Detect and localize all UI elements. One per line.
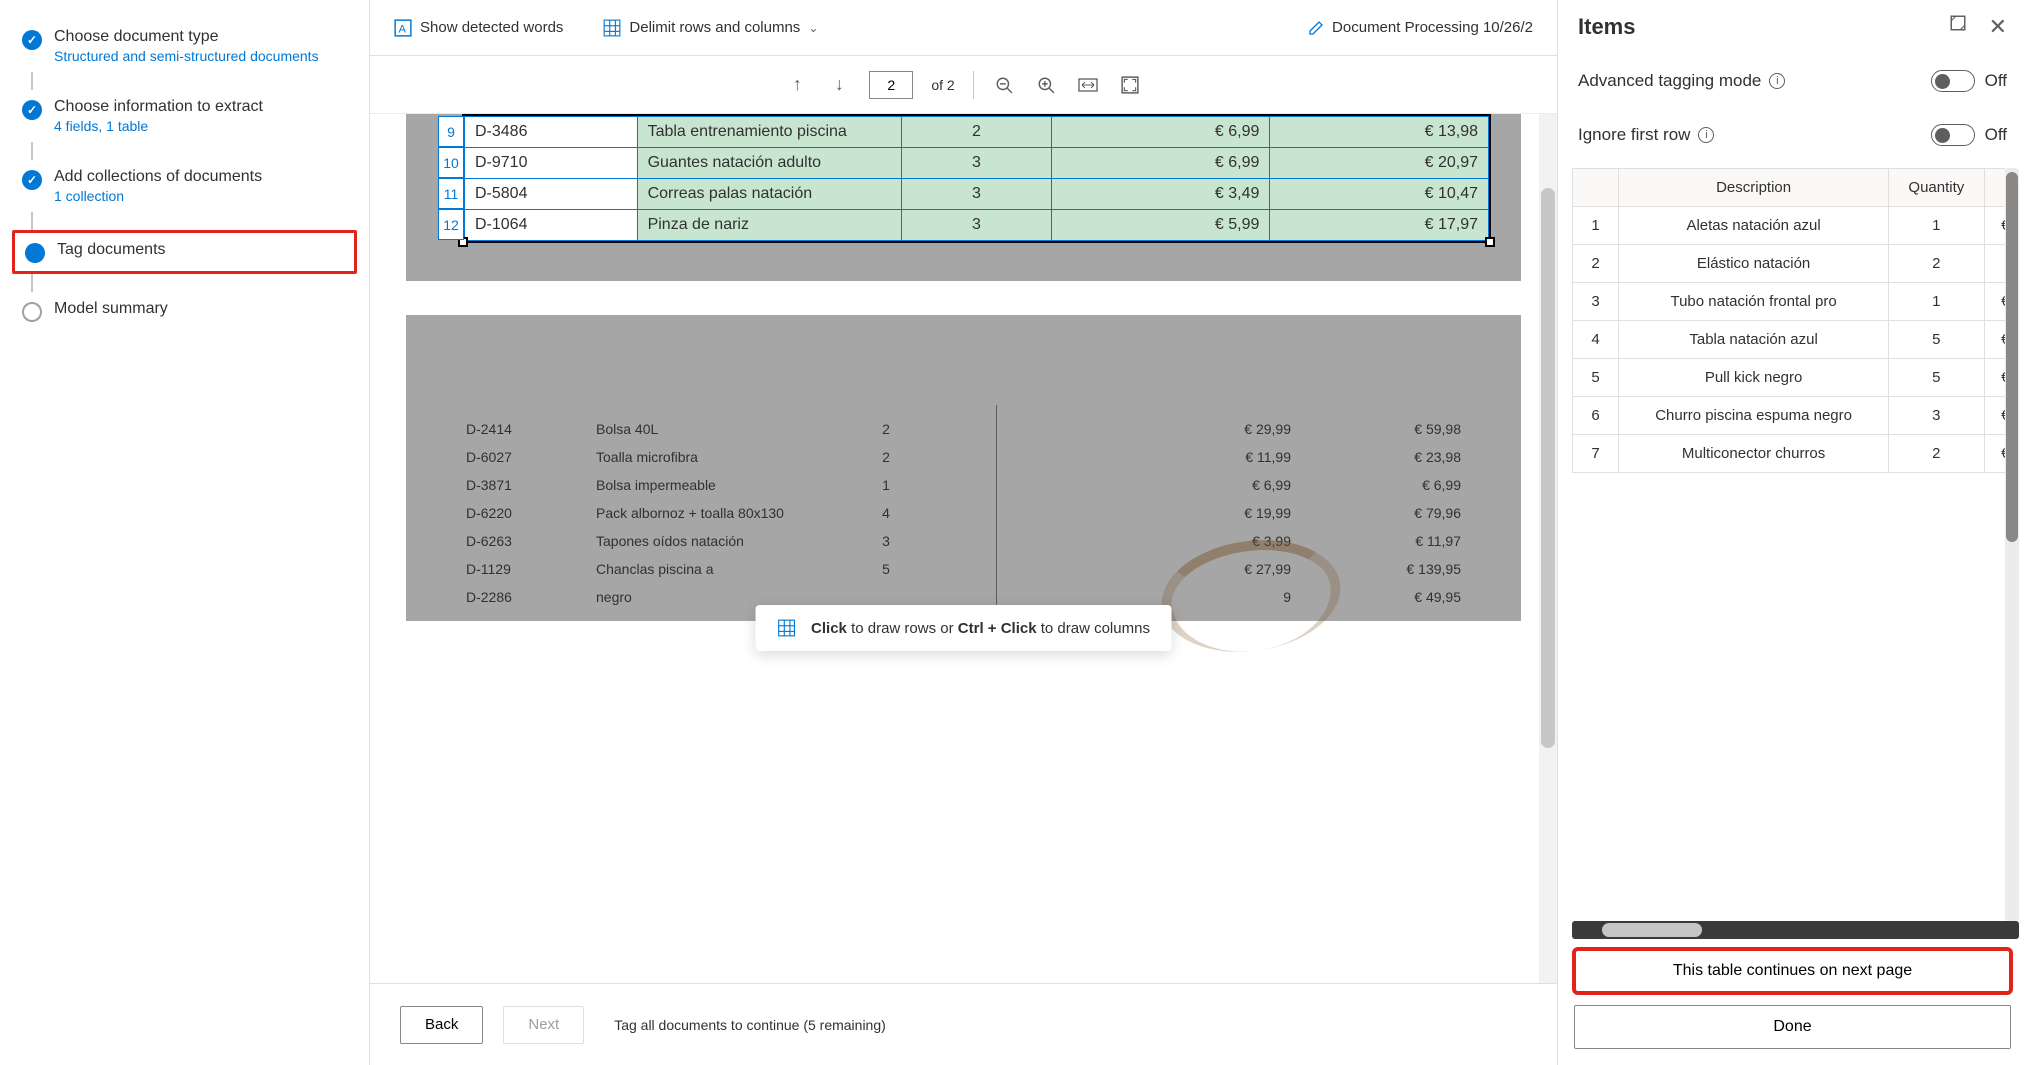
close-icon[interactable]: ✕ (1989, 14, 2007, 40)
wizard-sidebar: Choose document type Structured and semi… (0, 0, 370, 1065)
items-table-viewport[interactable]: Description Quantity Rat 1Aletas natació… (1572, 168, 2005, 921)
wizard-footer: Back Next Tag all documents to continue … (370, 983, 1557, 1065)
table-row: D-3871Bolsa impermeable1€ 6,99€ 6,99 (466, 471, 1461, 499)
advanced-tagging-toggle-row: Advanced tagging mode i Off (1558, 54, 2027, 108)
table-row[interactable]: 3Tubo natación frontal pro1€ 29, (1573, 283, 2006, 321)
step-title: Tag documents (57, 241, 166, 259)
toolbar-label: Delimit rows and columns (629, 19, 800, 36)
table-row[interactable]: 7Multiconector churros2€ 3,9 (1573, 435, 2006, 473)
document-name[interactable]: Document Processing 10/26/2 (1332, 19, 1533, 36)
toggle-label: Ignore first row (1578, 125, 1690, 145)
column-header[interactable]: Description (1619, 169, 1889, 207)
toggle-state: Off (1985, 125, 2007, 145)
fit-page-button[interactable] (1118, 73, 1142, 97)
step-add-collections[interactable]: Add collections of documents 1 collectio… (12, 160, 357, 212)
page-total: of 2 (931, 77, 954, 93)
row-number-marker[interactable]: 11 (438, 178, 464, 209)
step-subtitle: 4 fields, 1 table (54, 118, 263, 134)
svg-text:A: A (399, 23, 407, 35)
edit-icon (1308, 20, 1324, 36)
step-subtitle: Structured and semi-structured documents (54, 48, 319, 64)
step-choose-document-type[interactable]: Choose document type Structured and semi… (12, 20, 357, 72)
advanced-tagging-toggle[interactable] (1931, 70, 1975, 92)
step-subtitle: 1 collection (54, 188, 262, 204)
document-page-2-fragment: D-2414Bolsa 40L2€ 29,99€ 59,98D-6027Toal… (406, 315, 1521, 621)
panel-title: Items (1578, 14, 1635, 40)
current-step-icon (25, 243, 45, 263)
hint-text: Ctrl + Click (958, 620, 1037, 637)
viewer-controls: ↑ ↓ of 2 (370, 56, 1557, 114)
row-number-marker[interactable]: 10 (438, 147, 464, 178)
draw-hint-tooltip: Click to draw rows or Ctrl + Click to dr… (755, 605, 1172, 651)
table-icon (777, 619, 795, 637)
todo-step-icon (22, 302, 42, 322)
table-row: D-6027Toalla microfibra2€ 11,99€ 23,98 (466, 443, 1461, 471)
table-row: D-2414Bolsa 40L2€ 29,99€ 59,98 (466, 415, 1461, 443)
table-row[interactable]: 4Tabla natación azul5€ 6,9 (1573, 321, 2006, 359)
check-icon (22, 100, 42, 120)
table-row[interactable]: 2Elástico natación2€ 0, (1573, 245, 2006, 283)
toggle-state: Off (1985, 71, 2007, 91)
table-row[interactable]: D-5804Correas palas natación3€ 3,49€ 10,… (465, 179, 1489, 210)
text-detect-icon: A (394, 19, 412, 37)
next-button: Next (503, 1006, 584, 1044)
zoom-in-button[interactable] (1034, 73, 1058, 97)
row-number-marker[interactable]: 9 (438, 116, 464, 147)
fit-width-button[interactable] (1076, 73, 1100, 97)
page-number-input[interactable] (869, 71, 913, 99)
step-title: Model summary (54, 300, 168, 318)
table-icon (603, 19, 621, 37)
step-tag-documents[interactable]: Tag documents (12, 230, 357, 274)
back-button[interactable]: Back (400, 1006, 483, 1044)
hint-text: to draw rows or (847, 620, 958, 637)
row-number-marker[interactable]: 12 (438, 209, 464, 240)
info-icon[interactable]: i (1769, 73, 1785, 89)
next-page-button[interactable]: ↓ (827, 73, 851, 97)
step-model-summary[interactable]: Model summary (12, 292, 357, 330)
toggle-label: Advanced tagging mode (1578, 71, 1761, 91)
zoom-out-button[interactable] (992, 73, 1016, 97)
resize-handle-icon[interactable] (1485, 237, 1495, 247)
vertical-scrollbar[interactable] (1539, 114, 1557, 983)
delimit-rows-columns-button[interactable]: Delimit rows and columns ⌄ (603, 19, 818, 37)
column-header[interactable]: Quantity (1889, 169, 1984, 207)
vertical-scrollbar[interactable] (2005, 168, 2019, 921)
document-canvas[interactable]: D-3486Tabla entrenamiento piscina2€ 6,99… (370, 114, 1557, 983)
hint-text: to draw columns (1037, 620, 1150, 637)
document-page-1-fragment: D-3486Tabla entrenamiento piscina2€ 6,99… (406, 114, 1521, 281)
hint-text: Click (811, 620, 847, 637)
check-icon (22, 30, 42, 50)
check-icon (22, 170, 42, 190)
step-title: Add collections of documents (54, 168, 262, 186)
ignore-first-row-toggle-row: Ignore first row i Off (1558, 108, 2027, 162)
table-row[interactable]: D-1064Pinza de nariz3€ 5,99€ 17,97 (465, 210, 1489, 241)
tagged-table-region[interactable]: D-3486Tabla entrenamiento piscina2€ 6,99… (462, 114, 1491, 243)
document-toolbar: A Show detected words Delimit rows and c… (370, 0, 1557, 56)
table-row[interactable]: D-3486Tabla entrenamiento piscina2€ 6,99… (465, 117, 1489, 148)
footer-message: Tag all documents to continue (5 remaini… (614, 1017, 886, 1033)
show-detected-words-button[interactable]: A Show detected words (394, 19, 563, 37)
step-title: Choose information to extract (54, 98, 263, 116)
toolbar-label: Show detected words (420, 19, 563, 36)
table-row[interactable]: 6Churro piscina espuma negro3€ 2,9 (1573, 397, 2006, 435)
items-panel: Items ✕ Advanced tagging mode i Off Igno… (1557, 0, 2027, 1065)
table-row: D-6220Pack albornoz + toalla 80x1304€ 19… (466, 499, 1461, 527)
table-row[interactable]: 5Pull kick negro5€ 12, (1573, 359, 2006, 397)
horizontal-scrollbar[interactable] (1572, 921, 2019, 939)
step-choose-information[interactable]: Choose information to extract 4 fields, … (12, 90, 357, 142)
table-continues-button[interactable]: This table continues on next page (1574, 949, 2011, 993)
step-title: Choose document type (54, 28, 319, 46)
column-header[interactable]: Rat (1984, 169, 2005, 207)
popout-icon[interactable] (1949, 14, 1967, 40)
chevron-down-icon: ⌄ (808, 21, 818, 35)
info-icon[interactable]: i (1698, 127, 1714, 143)
table-row[interactable]: D-9710Guantes natación adulto3€ 6,99€ 20… (465, 148, 1489, 179)
prev-page-button[interactable]: ↑ (785, 73, 809, 97)
ignore-first-row-toggle[interactable] (1931, 124, 1975, 146)
done-button[interactable]: Done (1574, 1005, 2011, 1049)
table-row[interactable]: 1Aletas natación azul1€ 16, (1573, 207, 2006, 245)
